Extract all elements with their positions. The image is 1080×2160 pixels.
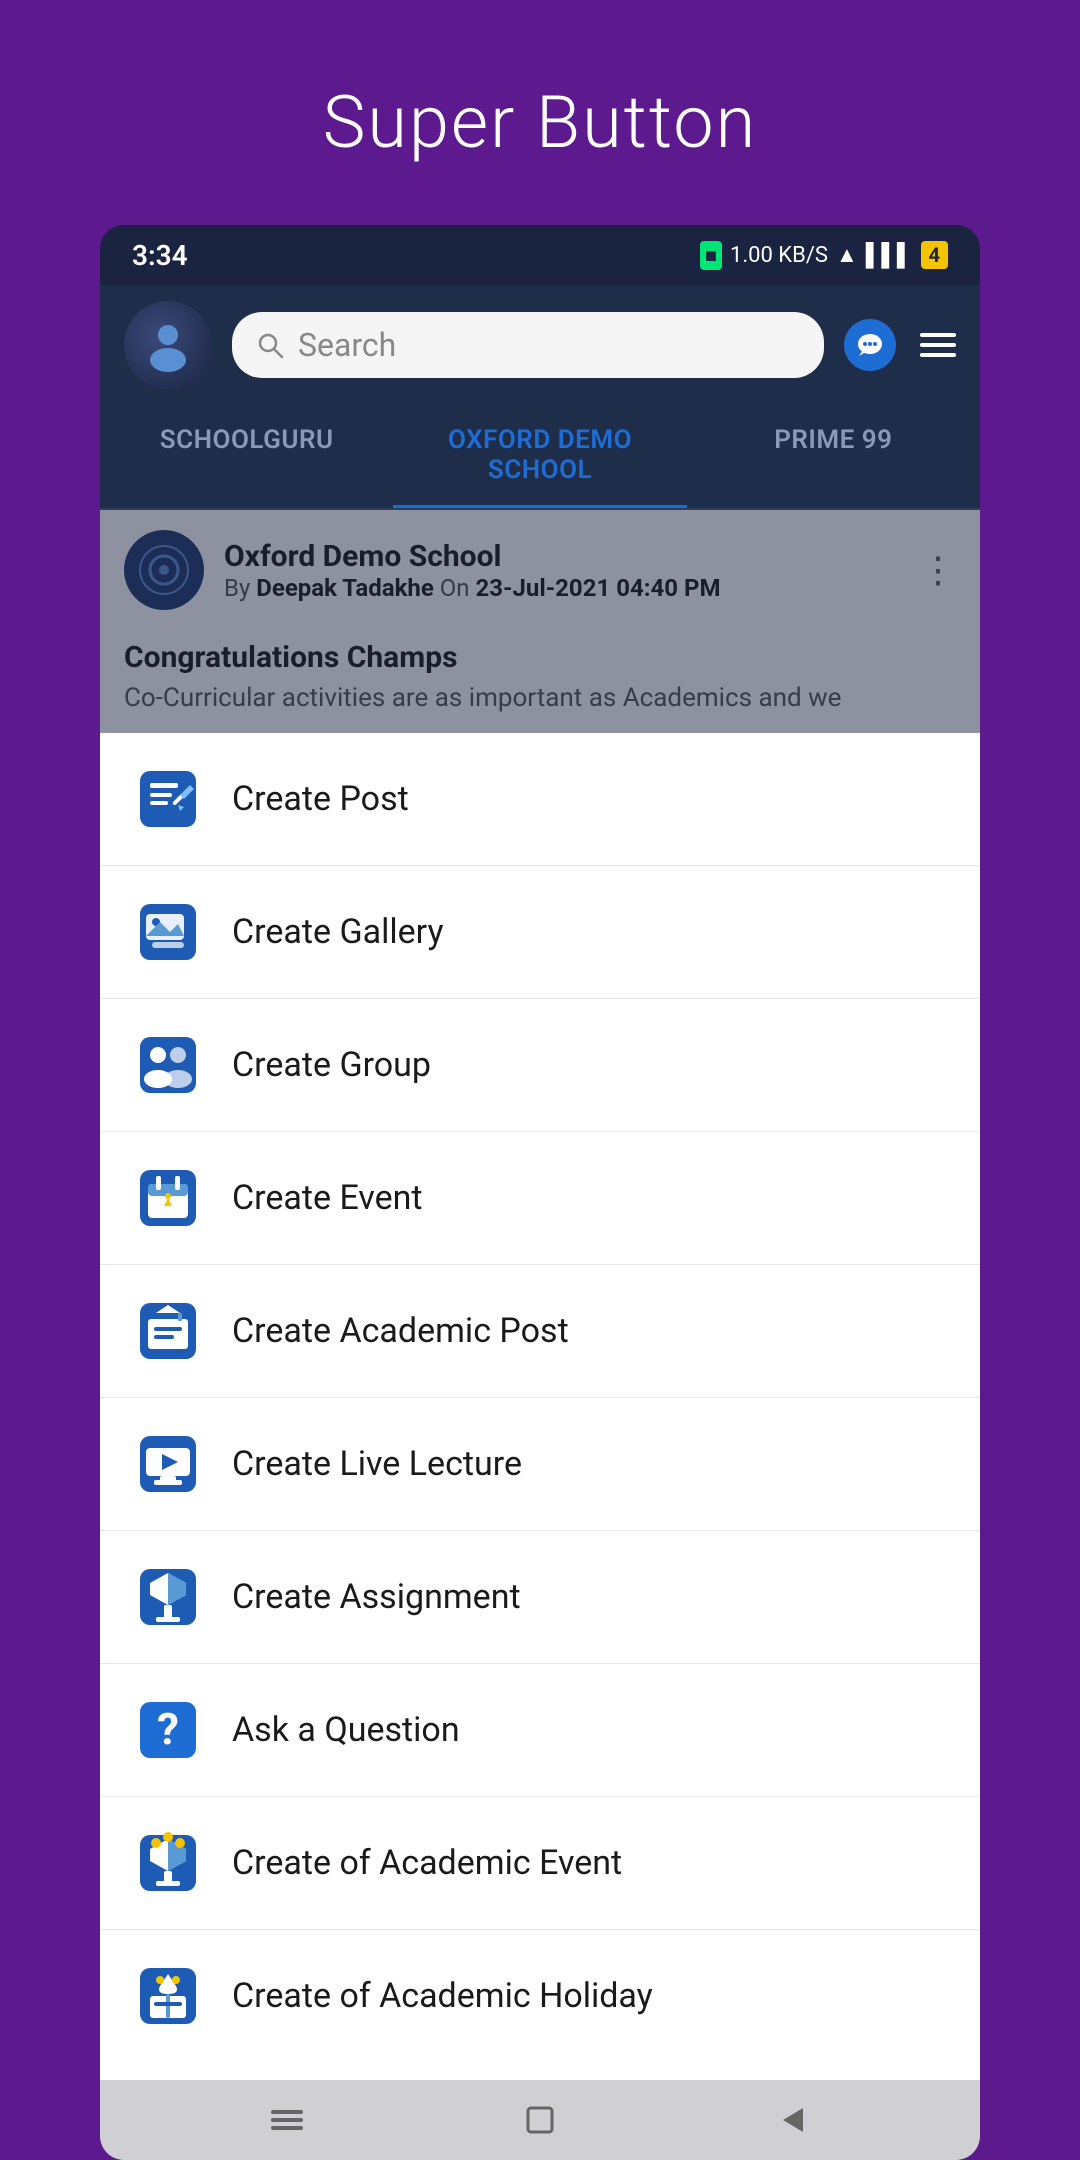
network-icon: ▲ bbox=[836, 242, 858, 268]
phone-frame: 3:34 ■ 1.00 KB/S ▲ ▌▌▌ 4 bbox=[100, 225, 980, 2160]
menu-list: Create Post Create Gallery bbox=[100, 733, 980, 2080]
menu-item-create-academic-holiday[interactable]: Create of Academic Holiday bbox=[100, 1930, 980, 2062]
menu-item-create-live-lecture[interactable]: Create Live Lecture bbox=[100, 1398, 980, 1531]
hamburger-menu-icon[interactable] bbox=[920, 333, 956, 357]
question-icon: ? bbox=[132, 1694, 204, 1766]
menu-item-label-create-gallery: Create Gallery bbox=[232, 912, 444, 952]
app-icon: ■ bbox=[700, 241, 722, 270]
post-header: Oxford Demo School By Deepak Tadakhe On … bbox=[100, 510, 980, 630]
nav-home-icon[interactable] bbox=[520, 2100, 560, 2140]
menu-item-create-academic-post[interactable]: Create Academic Post bbox=[100, 1265, 980, 1398]
menu-item-label-ask-question: Ask a Question bbox=[232, 1710, 460, 1750]
academic-event-icon bbox=[132, 1827, 204, 1899]
tabs: SCHOOLGURU OXFORD DEMO SCHOOL PRIME 99 bbox=[100, 405, 980, 510]
menu-item-label-create-event: Create Event bbox=[232, 1178, 423, 1218]
post-info: Oxford Demo School By Deepak Tadakhe On … bbox=[224, 539, 900, 602]
menu-item-label-create-academic-holiday: Create of Academic Holiday bbox=[232, 1976, 653, 2016]
menu-item-label-create-academic-post: Create Academic Post bbox=[232, 1311, 569, 1351]
post-title: Congratulations Champs bbox=[124, 640, 956, 675]
menu-item-create-post[interactable]: Create Post bbox=[100, 733, 980, 866]
status-time: 3:34 bbox=[132, 239, 188, 272]
search-bar[interactable]: Search bbox=[232, 312, 824, 378]
school-avatar bbox=[124, 530, 204, 610]
menu-item-label-create-post: Create Post bbox=[232, 779, 409, 819]
battery-icon: 4 bbox=[921, 241, 948, 269]
page-title: Super Button bbox=[323, 80, 757, 165]
status-bar: 3:34 ■ 1.00 KB/S ▲ ▌▌▌ 4 bbox=[100, 225, 980, 285]
group-icon bbox=[132, 1029, 204, 1101]
menu-item-create-academic-event[interactable]: Create of Academic Event bbox=[100, 1797, 980, 1930]
bottom-nav bbox=[100, 2080, 980, 2160]
svg-text:?: ? bbox=[157, 1703, 179, 1755]
post-school-name: Oxford Demo School bbox=[224, 539, 900, 574]
post-excerpt: Co-Curricular activities are as importan… bbox=[124, 683, 956, 713]
academic-holiday-icon bbox=[132, 1960, 204, 2032]
chat-icon[interactable] bbox=[844, 319, 896, 371]
menu-item-create-event[interactable]: Create Event bbox=[100, 1132, 980, 1265]
event-icon bbox=[132, 1162, 204, 1234]
search-text: Search bbox=[298, 326, 396, 364]
post-content: Congratulations Champs Co-Curricular act… bbox=[100, 630, 980, 733]
menu-item-create-assignment[interactable]: Create Assignment bbox=[100, 1531, 980, 1664]
tab-schoolguru[interactable]: SCHOOLGURU bbox=[100, 405, 393, 508]
menu-item-label-create-assignment: Create Assignment bbox=[232, 1577, 521, 1617]
live-lecture-icon bbox=[132, 1428, 204, 1500]
menu-item-create-gallery[interactable]: Create Gallery bbox=[100, 866, 980, 999]
signal-icon: ▌▌▌ bbox=[866, 242, 913, 268]
post-icon bbox=[132, 763, 204, 835]
data-speed: 1.00 KB/S bbox=[730, 243, 828, 268]
tab-prime99[interactable]: PRIME 99 bbox=[687, 405, 980, 508]
menu-item-create-group[interactable]: Create Group bbox=[100, 999, 980, 1132]
header: Search bbox=[100, 285, 980, 405]
avatar bbox=[124, 301, 212, 389]
post-meta: By Deepak Tadakhe On 23-Jul-2021 04:40 P… bbox=[224, 574, 900, 602]
nav-back-icon[interactable] bbox=[773, 2100, 813, 2140]
nav-menu-icon[interactable] bbox=[267, 2100, 307, 2140]
avatar-image bbox=[124, 301, 212, 389]
status-icons: ■ 1.00 KB/S ▲ ▌▌▌ 4 bbox=[700, 241, 948, 270]
menu-item-label-create-group: Create Group bbox=[232, 1045, 431, 1085]
menu-item-label-create-academic-event: Create of Academic Event bbox=[232, 1843, 622, 1883]
search-icon bbox=[256, 331, 284, 359]
post-preview: Oxford Demo School By Deepak Tadakhe On … bbox=[100, 510, 980, 733]
tab-oxford[interactable]: OXFORD DEMO SCHOOL bbox=[393, 405, 686, 508]
menu-item-ask-question[interactable]: ? Ask a Question bbox=[100, 1664, 980, 1797]
menu-item-label-create-live-lecture: Create Live Lecture bbox=[232, 1444, 522, 1484]
header-icons bbox=[844, 319, 956, 371]
post-options-icon[interactable]: ⋮ bbox=[920, 549, 956, 591]
assignment-icon bbox=[132, 1561, 204, 1633]
academic-post-icon bbox=[132, 1295, 204, 1367]
gallery-icon bbox=[132, 896, 204, 968]
